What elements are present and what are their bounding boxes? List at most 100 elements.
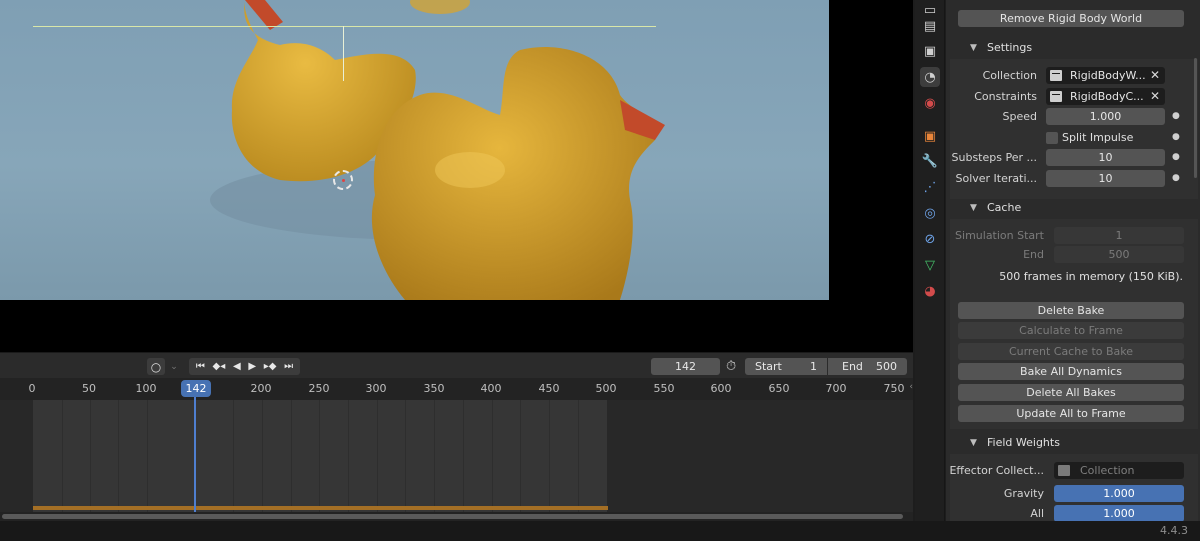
- close-icon[interactable]: ✕: [1150, 88, 1160, 105]
- simulation-start-field: 1: [1054, 227, 1184, 244]
- split-impulse-checkbox[interactable]: [1046, 132, 1058, 144]
- view-layer-icon[interactable]: ▣: [920, 41, 940, 61]
- keyframe-dot-icon[interactable]: ●: [1172, 108, 1180, 125]
- collection-field[interactable]: RigidBodyW... ✕: [1046, 67, 1165, 84]
- auto-keying-button[interactable]: ○: [147, 358, 165, 375]
- next-keyframe-icon[interactable]: ▸◆: [264, 361, 277, 372]
- simulation-start-row: Simulation Start 1: [946, 227, 1200, 244]
- collection-box-icon: [1050, 91, 1062, 102]
- frame-ruler[interactable]: 0 50 100 200 250 300 350 400 450 500 550…: [0, 378, 913, 400]
- speed-label: Speed: [1002, 110, 1037, 123]
- record-icon: ○: [150, 359, 162, 374]
- grid-line: [405, 400, 406, 512]
- play-icon[interactable]: ▶: [248, 361, 256, 372]
- grid-line: [147, 400, 148, 512]
- grid-line: [62, 400, 63, 512]
- chevron-left-icon[interactable]: ‹: [909, 382, 913, 392]
- remove-rigid-body-world-button[interactable]: Remove Rigid Body World: [958, 10, 1184, 27]
- effector-collection-row: Effector Collect... Collection: [946, 462, 1200, 479]
- constraints-label: Constraints: [974, 90, 1037, 103]
- current-frame-badge[interactable]: 142: [181, 380, 211, 397]
- substeps-row: Substeps Per ... 10 ●: [946, 149, 1200, 166]
- cache-section-header[interactable]: ▼ Cache: [950, 197, 1198, 219]
- constraints-field[interactable]: RigidBodyC... ✕: [1046, 88, 1165, 105]
- ruler-tick: 750: [883, 382, 905, 395]
- ruler-tick: 350: [423, 382, 445, 395]
- ruler-tick: 500: [595, 382, 617, 395]
- world-icon[interactable]: ◉: [920, 93, 940, 113]
- prev-keyframe-icon[interactable]: ◆◂: [213, 361, 226, 372]
- start-frame-field[interactable]: Start 1: [745, 358, 827, 375]
- 3d-viewport[interactable]: [0, 0, 913, 352]
- delete-bake-button[interactable]: Delete Bake: [958, 302, 1184, 319]
- grid-line: [520, 400, 521, 512]
- 3d-cursor-icon[interactable]: [333, 170, 353, 190]
- speed-field[interactable]: 1.000: [1046, 108, 1165, 125]
- end-frame-field[interactable]: End 500: [828, 358, 907, 375]
- chevron-down-icon: ▼: [970, 438, 977, 448]
- chevron-down-icon: ▼: [970, 43, 977, 53]
- calculate-to-frame-button[interactable]: Calculate to Frame: [958, 322, 1184, 339]
- end-value: 500: [876, 360, 897, 373]
- material-icon[interactable]: ◕: [920, 281, 940, 301]
- gravity-label: Gravity: [1003, 487, 1044, 500]
- particles-icon[interactable]: ⋰: [920, 177, 940, 197]
- panel-scrollbar[interactable]: [1194, 58, 1197, 178]
- output-icon[interactable]: ▤: [920, 16, 940, 36]
- keyframe-dot-icon[interactable]: ●: [1172, 170, 1180, 187]
- jump-start-icon[interactable]: ⏮: [196, 361, 205, 372]
- substeps-field[interactable]: 10: [1046, 149, 1165, 166]
- camera-render-view[interactable]: [0, 0, 829, 300]
- solver-iterations-label: Solver Iterati...: [955, 172, 1037, 185]
- collection-value: RigidBodyW...: [1070, 69, 1146, 82]
- gravity-slider[interactable]: 1.000: [1054, 485, 1184, 502]
- split-impulse-label[interactable]: Split Impulse: [1062, 129, 1133, 146]
- stopwatch-icon[interactable]: ⏱: [726, 358, 742, 375]
- settings-section-header[interactable]: ▼ Settings: [950, 37, 1198, 59]
- all-row: All 1.000: [946, 505, 1200, 521]
- keyframe-dot-icon[interactable]: ●: [1172, 149, 1180, 166]
- jump-end-icon[interactable]: ⏭: [284, 361, 293, 372]
- start-label: Start: [755, 360, 782, 373]
- solver-iterations-field[interactable]: 10: [1046, 170, 1165, 187]
- substeps-label: Substeps Per ...: [951, 151, 1037, 164]
- keying-dropdown[interactable]: ⌄: [167, 358, 181, 375]
- close-icon[interactable]: ✕: [1150, 67, 1160, 84]
- grid-line: [492, 400, 493, 512]
- current-frame-field[interactable]: 142: [651, 358, 720, 375]
- current-cache-to-bake-button[interactable]: Current Cache to Bake: [958, 343, 1184, 360]
- update-all-to-frame-button[interactable]: Update All to Frame: [958, 405, 1184, 422]
- keyframe-dot-icon[interactable]: ●: [1172, 129, 1180, 146]
- object-icon[interactable]: ▣: [920, 126, 940, 146]
- grid-line: [90, 400, 91, 512]
- status-bar: 4.4.3: [0, 521, 1200, 541]
- field-weights-section-header[interactable]: ▼ Field Weights: [950, 432, 1198, 454]
- horizontal-scrollbar[interactable]: [0, 512, 913, 521]
- ruler-tick: 450: [538, 382, 560, 395]
- play-reverse-icon[interactable]: ◀: [233, 361, 241, 372]
- delete-all-bakes-button[interactable]: Delete All Bakes: [958, 384, 1184, 401]
- grid-line: [578, 400, 579, 512]
- camera-frame-line: [33, 26, 656, 27]
- simulation-start-label: Simulation Start: [955, 229, 1044, 242]
- all-slider[interactable]: 1.000: [1054, 505, 1184, 521]
- constraints-icon[interactable]: ⊘: [920, 229, 940, 249]
- section-title: Field Weights: [987, 436, 1060, 449]
- scene-icon[interactable]: ◔: [920, 67, 940, 87]
- section-title: Cache: [987, 201, 1022, 214]
- duck-image: [210, 0, 665, 300]
- grid-line: [118, 400, 119, 512]
- playhead[interactable]: [194, 397, 196, 515]
- bake-all-dynamics-button[interactable]: Bake All Dynamics: [958, 363, 1184, 380]
- ruler-tick: 100: [135, 382, 157, 395]
- physics-icon[interactable]: ◎: [920, 203, 940, 223]
- effector-collection-field[interactable]: Collection: [1054, 462, 1184, 479]
- modifier-icon[interactable]: 🔧: [920, 151, 940, 171]
- ruler-tick: 550: [653, 382, 675, 395]
- ruler-tick: 650: [768, 382, 790, 395]
- all-label: All: [1030, 507, 1044, 520]
- scrollbar-thumb[interactable]: [2, 514, 903, 519]
- data-icon[interactable]: ▽: [920, 255, 940, 275]
- grid-line: [377, 400, 378, 512]
- ruler-tick: 200: [250, 382, 272, 395]
